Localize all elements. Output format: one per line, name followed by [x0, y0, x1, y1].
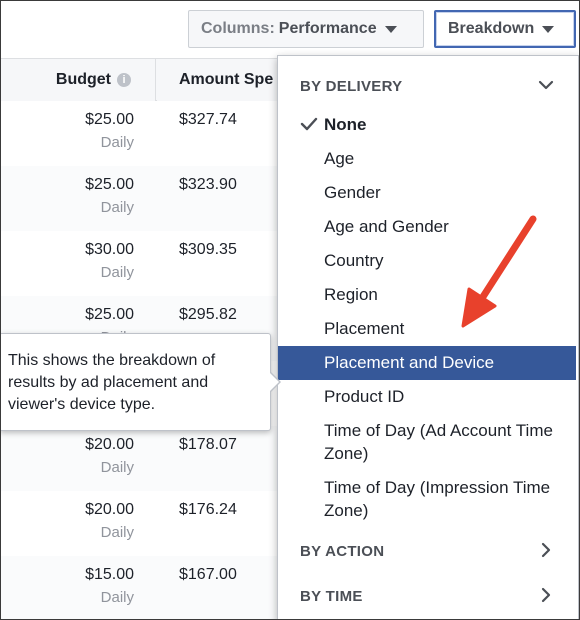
budget-value: $20.00 — [85, 501, 134, 518]
column-header-budget[interactable]: Budget i — [1, 59, 156, 101]
chevron-right-icon[interactable] — [538, 587, 554, 603]
menu-item-label: Region — [324, 285, 378, 304]
columns-prefix-label: Columns: — [201, 20, 275, 37]
budget-value: $30.00 — [85, 241, 134, 258]
menu-item-age[interactable]: Age — [278, 147, 576, 175]
amount-spent-value: $309.35 — [179, 241, 237, 258]
toolbar: Columns: Performance Breakdown — [1, 1, 579, 57]
menu-item-label: Gender — [324, 183, 381, 202]
menu-item-time-of-day-impression[interactable]: Time of Day (Impression Time Zone) — [278, 476, 576, 526]
amount-spent-value: $178.07 — [179, 436, 237, 453]
budget-value: $25.00 — [85, 111, 134, 128]
column-header-amount-spent[interactable]: Amount Spe — [179, 59, 273, 101]
budget-period: Daily — [100, 134, 134, 151]
columns-value-label: Performance — [278, 20, 377, 37]
menu-item-label: Country — [324, 251, 384, 270]
chevron-down-icon[interactable] — [538, 77, 554, 93]
budget-period: Daily — [100, 459, 134, 476]
amount-spent-value: $167.00 — [179, 566, 237, 583]
tooltip-pointer-fill — [269, 372, 279, 392]
section-by-time-header[interactable]: BY TIME — [278, 579, 578, 613]
budget-period: Daily — [100, 264, 134, 281]
info-icon[interactable]: i — [117, 73, 131, 87]
menu-item-label: Time of Day (Impression Time Zone) — [324, 478, 551, 520]
menu-item-label: Time of Day (Ad Account Time Zone) — [324, 421, 553, 463]
menu-item-label: Product ID — [324, 387, 405, 406]
chevron-right-icon[interactable] — [538, 542, 554, 558]
amount-spent-value: $295.82 — [179, 306, 237, 323]
menu-item-gender[interactable]: Gender — [278, 181, 576, 209]
menu-item-label: None — [324, 115, 367, 134]
menu-item-none[interactable]: None — [278, 113, 576, 141]
budget-period: Daily — [100, 589, 134, 606]
menu-item-label: Age — [324, 149, 355, 168]
breakdown-dropdown-button[interactable]: Breakdown — [434, 10, 576, 48]
amount-spent-value: $176.24 — [179, 501, 237, 518]
menu-item-label: Age and Gender — [324, 217, 449, 236]
tooltip-text: This shows the breakdown of results by a… — [8, 352, 216, 413]
menu-item-product-id[interactable]: Product ID — [278, 385, 576, 413]
breakdown-menu: BY DELIVERY None Age Gender Age and Gend… — [277, 55, 579, 619]
caret-down-icon — [542, 25, 555, 33]
budget-value: $15.00 — [85, 566, 134, 583]
section-by-delivery-label: BY DELIVERY — [300, 78, 403, 95]
amount-spent-value: $327.74 — [179, 111, 237, 128]
budget-period: Daily — [100, 199, 134, 216]
menu-item-label: Placement and Device — [324, 353, 495, 372]
amount-spent-value: $323.90 — [179, 176, 237, 193]
columns-dropdown-button[interactable]: Columns: Performance — [188, 10, 424, 48]
budget-value: $25.00 — [85, 176, 134, 193]
menu-item-country[interactable]: Country — [278, 249, 576, 277]
budget-value: $25.00 — [85, 306, 134, 323]
menu-item-placement-and-device[interactable]: Placement and Device — [278, 346, 576, 380]
checkmark-icon — [300, 117, 318, 131]
menu-item-placement[interactable]: Placement — [278, 317, 576, 345]
section-by-action-label: BY ACTION — [300, 543, 385, 560]
menu-item-time-of-day-ad-account[interactable]: Time of Day (Ad Account Time Zone) — [278, 419, 576, 469]
budget-value: $20.00 — [85, 436, 134, 453]
section-by-action-header[interactable]: BY ACTION — [278, 534, 578, 568]
budget-period: Daily — [100, 524, 134, 541]
caret-down-icon — [384, 25, 397, 33]
breakdown-label: Breakdown — [448, 20, 535, 37]
column-header-budget-label: Budget — [55, 71, 111, 88]
menu-item-age-and-gender[interactable]: Age and Gender — [278, 215, 576, 243]
section-by-time-label: BY TIME — [300, 588, 363, 605]
tooltip: This shows the breakdown of results by a… — [1, 333, 271, 431]
section-by-delivery-header[interactable]: BY DELIVERY — [278, 69, 578, 103]
app-window: Columns: Performance Breakdown Budget i A… — [0, 0, 580, 620]
menu-item-region[interactable]: Region — [278, 283, 576, 311]
menu-item-label: Placement — [324, 319, 405, 338]
